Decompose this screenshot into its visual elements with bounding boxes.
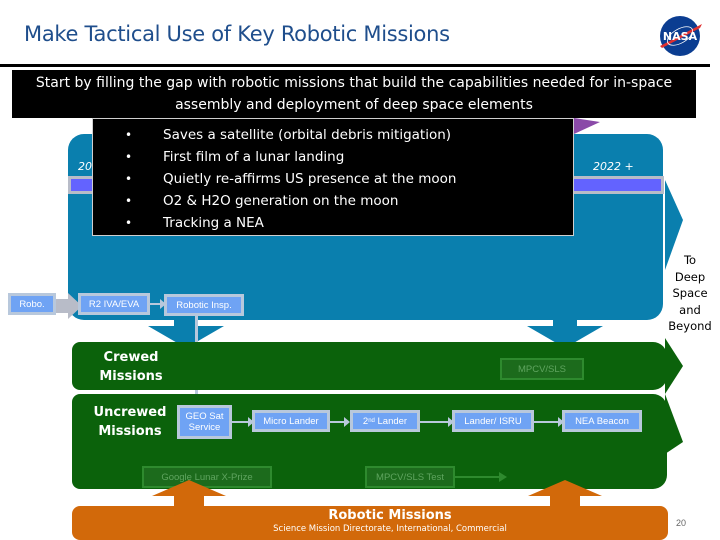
robotic-missions-subtitle: Science Mission Directorate, Internation… (273, 524, 507, 534)
label-line: To (683, 253, 697, 267)
label-line: and (679, 302, 701, 317)
robotic-missions-title: Robotic Missions (328, 508, 452, 523)
nea-beacon-box: NEA Beacon (562, 410, 642, 432)
bullet-item: Quietly re-affirms US presence at the mo… (93, 168, 573, 190)
label-line: Space (672, 286, 708, 300)
robotic-insp-box: Robotic Insp. (164, 294, 244, 316)
bullet-item: O2 & H2O generation on the moon (93, 190, 573, 212)
label-line: Missions (99, 369, 163, 384)
lander-isru-box: Lander/ ISRU (452, 410, 534, 432)
label-line: Deep (674, 269, 706, 284)
title-divider (0, 64, 710, 67)
deep-space-label: To Deep Space and Beyond (662, 252, 718, 335)
r2-iva-eva-box: R2 IVA/EVA (78, 293, 150, 315)
label-text: Lander (377, 415, 408, 427)
banner: Start by filling the gap with robotic mi… (12, 70, 696, 118)
uncrewed-arrow-head-icon (665, 394, 683, 454)
label-line: Missions (98, 424, 162, 439)
year-2022-plus: 2022 + (593, 160, 634, 173)
second-lander-box: 2nd Lander (350, 410, 420, 432)
label-line: Uncrewed (93, 405, 167, 420)
robo-box: Robo. (8, 293, 56, 315)
ghost-arrow-icon (455, 472, 507, 482)
micro-lander-box: Micro Lander (252, 410, 330, 432)
page-title: Make Tactical Use of Key Robotic Mission… (24, 22, 450, 46)
banner-line-1: Start by filling the gap with robotic mi… (35, 75, 673, 91)
nasa-logo-icon: NASA (656, 12, 704, 60)
label-sup: nd (368, 417, 375, 424)
bullet-item: Saves a satellite (orbital debris mitiga… (93, 124, 573, 146)
bullet-item: First film of a lunar landing (93, 146, 573, 168)
banner-line-2: assembly and deployment of deep space el… (175, 97, 533, 113)
geo-sat-service-box: GEO Sat Service (177, 405, 232, 439)
mpcv-sls-ghost-box: MPCV/SLS (500, 358, 584, 380)
benefits-callout: Saves a satellite (orbital debris mitiga… (92, 118, 574, 236)
arrow-right-icon (330, 417, 350, 427)
uncrewed-label: Uncrewed Missions (84, 403, 176, 441)
label-line: Crewed (103, 350, 159, 365)
label-line: Beyond (668, 319, 712, 333)
mpcv-sls-test-ghost-box: MPCV/SLS Test (365, 466, 455, 488)
page-number: 20 (676, 518, 687, 528)
bullet-item: Tracking a NEA (93, 212, 573, 234)
crewed-arrow-head-icon (665, 338, 683, 394)
arrow-right-icon (232, 417, 254, 427)
svg-text:NASA: NASA (663, 30, 698, 43)
crewed-label: Crewed Missions (86, 348, 176, 386)
purple-arrow-icon (574, 118, 600, 134)
arrow-right-icon (420, 417, 454, 427)
arrow-right-icon (534, 417, 564, 427)
